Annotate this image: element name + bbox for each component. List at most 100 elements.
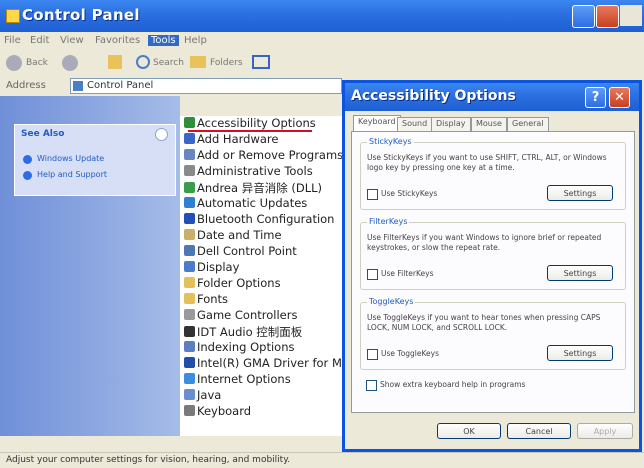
keyboard-tab-panel: StickyKeys Use StickyKeys if you want to… [351,131,635,413]
list-item[interactable]: Folder Options [184,276,281,290]
help-button[interactable]: ? [585,87,606,108]
minimize-button[interactable] [572,5,595,28]
use-stickykeys-checkbox[interactable] [367,189,378,200]
stickykeys-title: StickyKeys [367,137,414,146]
help-support-link[interactable]: Help and Support [37,170,107,179]
title-bar[interactable]: Control Panel [0,0,644,32]
menu-favorites[interactable]: Favorites [95,35,140,46]
filterkeys-group: FilterKeys Use FilterKeys if you want Wi… [360,217,626,290]
fonts-icon [184,293,195,304]
indexing-icon [184,341,195,352]
toolbar: Back Search Folders [0,50,644,77]
status-text: Adjust your computer settings for vision… [6,455,291,465]
ok-button[interactable]: OK [437,423,501,439]
extra-keyboard-help-label: Show extra keyboard help in programs [380,380,526,389]
search-icon[interactable] [136,55,150,69]
see-also-title: See Also [21,129,65,139]
stickykeys-group: StickyKeys Use StickyKeys if you want to… [360,137,626,210]
list-item[interactable]: Bluetooth Configuration [184,212,334,226]
andrea-icon [184,182,195,193]
dialog-title: Accessibility Options [351,88,516,104]
list-item[interactable]: Dell Control Point [184,244,297,258]
clock-icon [184,229,195,240]
list-item[interactable]: Add or Remove Programs [184,148,343,162]
filterkeys-description: Use FilterKeys if you want Windows to ig… [367,233,602,252]
help-support-icon [23,171,32,180]
list-item[interactable]: Andrea 异音消除 (DLL) [184,180,322,196]
list-item[interactable]: Indexing Options [184,340,294,354]
status-bar: Adjust your computer settings for vision… [0,452,644,468]
windows-update-link[interactable]: Windows Update [37,154,104,163]
internet-icon [184,373,195,384]
collapse-chevron-icon[interactable] [155,128,168,141]
filterkeys-settings-button[interactable]: Settings [547,265,613,281]
intel-icon [184,357,195,368]
menu-file[interactable]: File [4,35,21,46]
extra-keyboard-help-checkbox[interactable] [366,380,377,391]
close-dialog-button[interactable]: ✕ [609,87,630,108]
list-item[interactable]: Java [184,388,221,402]
programs-icon [184,149,195,160]
control-panel-icon [6,9,20,23]
java-icon [184,389,195,400]
bluetooth-icon [184,213,195,224]
menu-view[interactable]: View [60,35,84,46]
list-item[interactable]: Date and Time [184,228,282,242]
hardware-icon [184,133,195,144]
cancel-button[interactable]: Cancel [507,423,571,439]
list-item[interactable]: Intel(R) GMA Driver for M [184,356,342,370]
control-panel-window: Control Panel File Edit View Favorites T… [0,0,644,468]
use-stickykeys-label: Use StickyKeys [381,189,438,198]
forward-arrow-icon[interactable] [62,55,78,71]
use-filterkeys-label: Use FilterKeys [381,269,434,278]
folder-icon [184,277,195,288]
list-item[interactable]: Automatic Updates [184,196,307,210]
folders-label[interactable]: Folders [210,58,243,68]
apply-button[interactable]: Apply [577,423,633,439]
togglekeys-group: ToggleKeys Use ToggleKeys if you want to… [360,297,626,370]
list-item[interactable]: Administrative Tools [184,164,313,178]
list-item[interactable]: Fonts [184,292,228,306]
use-togglekeys-checkbox[interactable] [367,349,378,360]
list-item[interactable]: Keyboard [184,404,251,418]
windows-logo-icon [620,5,642,26]
list-item[interactable]: Add Hardware [184,132,278,146]
admin-tools-icon [184,165,195,176]
stickykeys-description: Use StickyKeys if you want to use SHIFT,… [367,153,607,172]
folders-icon[interactable] [190,56,206,68]
address-input[interactable]: Control Panel [70,78,342,94]
back-arrow-icon[interactable] [6,55,22,71]
accessibility-dialog: Accessibility Options ? ✕ Keyboard Sound… [342,80,642,452]
address-value: Control Panel [87,80,154,91]
window-title: Control Panel [22,6,140,24]
list-item[interactable]: Display [184,260,239,274]
list-item[interactable]: Internet Options [184,372,291,386]
menu-edit[interactable]: Edit [30,35,49,46]
search-label[interactable]: Search [153,58,184,68]
dialog-title-bar[interactable]: Accessibility Options ? ✕ [345,83,639,111]
updates-icon [184,197,195,208]
views-icon[interactable] [252,55,270,69]
dell-icon [184,245,195,256]
togglekeys-title: ToggleKeys [367,297,416,306]
togglekeys-description: Use ToggleKeys if you want to hear tones… [367,313,601,332]
address-label: Address [6,80,46,91]
accessibility-icon [184,117,195,128]
control-panel-small-icon [73,81,83,91]
game-controller-icon [184,309,195,320]
see-also-panel: See Also Windows Update Help and Support [14,124,176,196]
close-window-button[interactable] [596,5,619,28]
togglekeys-settings-button[interactable]: Settings [547,345,613,361]
menu-help[interactable]: Help [184,35,207,46]
list-item[interactable]: Game Controllers [184,308,297,322]
back-label[interactable]: Back [26,58,48,68]
menu-bar: File Edit View Favorites Tools Help [0,32,644,50]
use-filterkeys-checkbox[interactable] [367,269,378,280]
list-item[interactable]: IDT Audio 控制面板 [184,324,302,340]
stickykeys-settings-button[interactable]: Settings [547,185,613,201]
up-folder-icon[interactable] [108,55,122,69]
menu-tools[interactable]: Tools [148,35,179,46]
list-item[interactable]: Accessibility Options [184,116,316,130]
filterkeys-title: FilterKeys [367,217,410,226]
windows-update-icon [23,155,32,164]
